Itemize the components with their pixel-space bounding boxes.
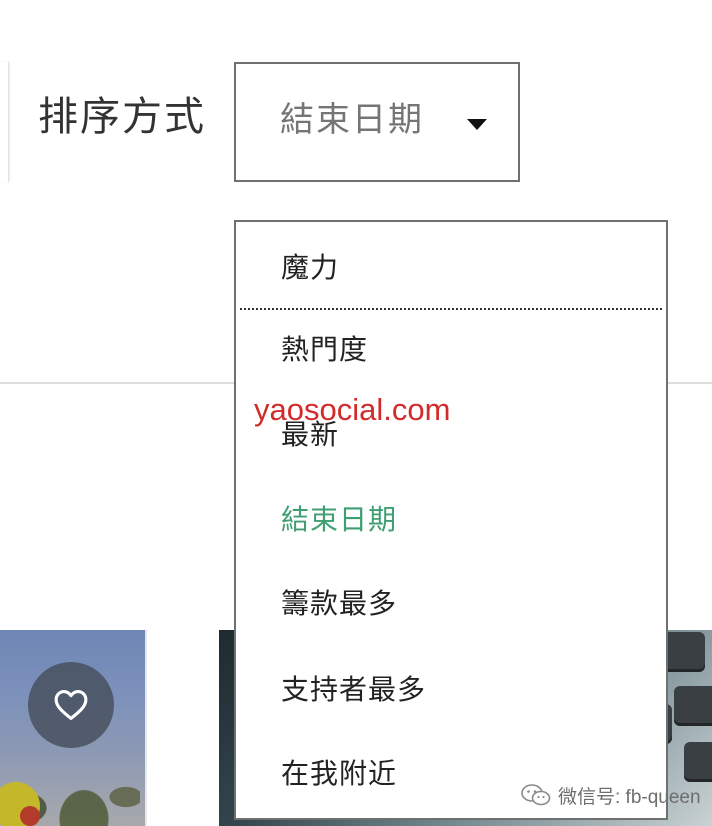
dropdown-option-magic[interactable]: 魔力 — [281, 250, 339, 286]
dropdown-option-most-funded[interactable]: 籌款最多 — [281, 586, 397, 622]
wechat-icon — [521, 784, 551, 806]
keyboard-key-image — [684, 742, 712, 782]
favorite-button[interactable] — [28, 662, 114, 748]
sort-select-value: 結束日期 — [280, 100, 424, 140]
dropdown-option-popularity[interactable]: 熱門度 — [281, 332, 368, 368]
sort-select[interactable]: 結束日期 — [234, 62, 520, 182]
left-card-edge — [0, 62, 9, 182]
dropdown-option-near-me[interactable]: 在我附近 — [281, 756, 397, 792]
dropdown-separator — [240, 308, 662, 310]
wechat-watermark: 微信号: fb-queen — [520, 778, 701, 812]
wechat-label: 微信号: fb-queen — [558, 786, 701, 808]
sort-dropdown-menu: 魔力 熱門度 最新 結束日期 籌款最多 支持者最多 在我附近 — [234, 220, 668, 820]
dropdown-option-most-backers[interactable]: 支持者最多 — [281, 672, 426, 708]
caret-down-icon — [467, 119, 487, 130]
keyboard-key-image — [674, 686, 712, 726]
watermark-text: yaosocial.com — [254, 392, 451, 427]
heart-outline-icon — [54, 689, 88, 721]
sort-label: 排序方式 — [38, 94, 206, 140]
dropdown-option-end-date[interactable]: 結束日期 — [281, 502, 397, 538]
fruit-image — [0, 782, 40, 826]
